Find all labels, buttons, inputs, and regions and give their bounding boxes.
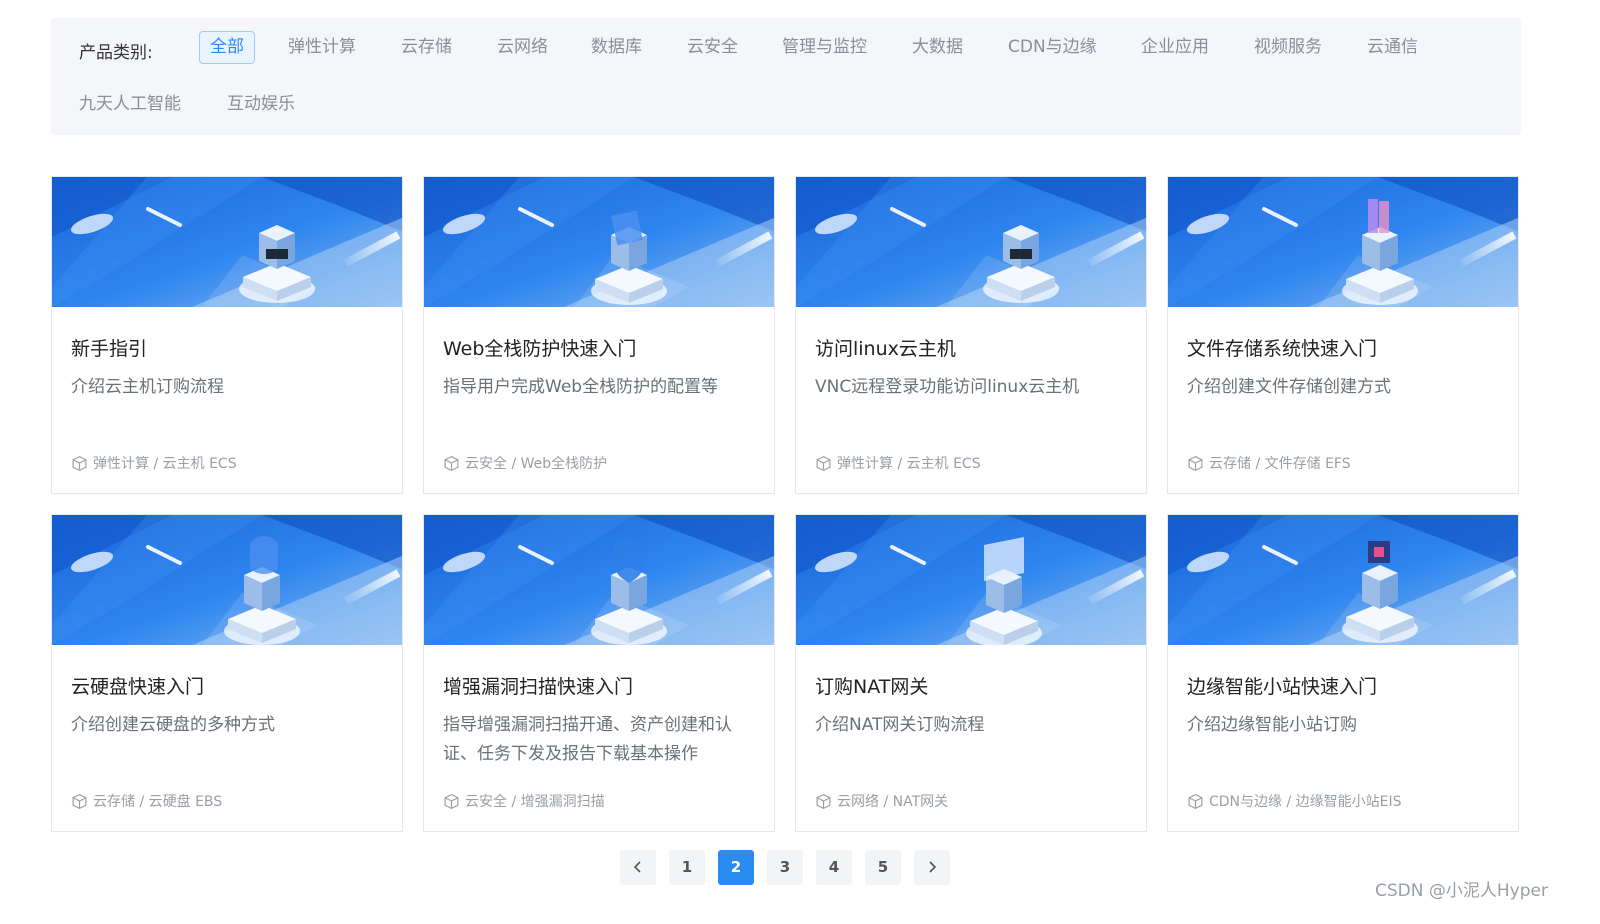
filter-item-cloud-communication[interactable]: 云通信 (1357, 31, 1428, 64)
page-button[interactable]: 5 (865, 850, 901, 885)
card-category: 云安全 / Web全栈防护 (443, 453, 607, 473)
cube-icon (444, 793, 459, 809)
chevron-left-icon (633, 861, 641, 873)
guide-card[interactable]: Web全栈防护快速入门 指导用户完成Web全栈防护的配置等 云安全 / Web全… (423, 176, 775, 494)
guide-card[interactable]: 文件存储系统快速入门 介绍创建文件存储创建方式 云存储 / 文件存储 EFS (1167, 176, 1519, 494)
card-title: 文件存储系统快速入门 (1187, 338, 1378, 360)
guide-card[interactable]: 访问linux云主机 VNC远程登录功能访问linux云主机 弹性计算 / 云主… (795, 176, 1147, 494)
cube-icon (72, 455, 87, 471)
card-category: CDN与边缘 / 边缘智能小站EIS (1187, 791, 1402, 811)
filter-item-database[interactable]: 数据库 (581, 31, 652, 64)
card-description: 指导用户完成Web全栈防护的配置等 (443, 377, 719, 397)
card-banner-image (1168, 515, 1518, 645)
card-banner-image (424, 177, 774, 307)
card-category-text: 云网络 / NAT网关 (837, 794, 949, 810)
card-description: 介绍创建云硬盘的多种方式 (71, 715, 275, 735)
card-title: 访问linux云主机 (815, 338, 956, 360)
card-category: 云安全 / 增强漏洞扫描 (443, 791, 605, 811)
guide-card[interactable]: 新手指引 介绍云主机订购流程 弹性计算 / 云主机 ECS (51, 176, 403, 494)
filter-item-management-monitoring[interactable]: 管理与监控 (772, 31, 877, 64)
card-category: 云网络 / NAT网关 (815, 791, 948, 811)
card-title: 云硬盘快速入门 (71, 676, 205, 698)
card-category: 云存储 / 云硬盘 EBS (71, 791, 222, 811)
card-banner-image (796, 177, 1146, 307)
card-description: 介绍NAT网关订购流程 (815, 715, 985, 735)
card-banner-image (1168, 177, 1518, 307)
card-description: VNC远程登录功能访问linux云主机 (815, 377, 1080, 397)
card-description: 指导增强漏洞扫描开通、资产创建和认证、任务下发及报告下载基本操作 (443, 715, 732, 764)
card-title: 增强漏洞扫描快速入门 (443, 676, 634, 698)
filter-item-elastic-compute[interactable]: 弹性计算 (278, 31, 366, 64)
guide-card[interactable]: 边缘智能小站快速入门 介绍边缘智能小站订购 CDN与边缘 / 边缘智能小站EIS (1167, 514, 1519, 832)
filter-item-big-data[interactable]: 大数据 (902, 31, 973, 64)
card-banner-image (52, 177, 402, 307)
filter-item-all[interactable]: 全部 (199, 31, 255, 64)
card-category-text: 云存储 / 云硬盘 EBS (93, 794, 223, 810)
guide-card[interactable]: 订购NAT网关 介绍NAT网关订购流程 云网络 / NAT网关 (795, 514, 1147, 832)
page-button-current[interactable]: 2 (718, 850, 754, 885)
cube-icon (1188, 793, 1203, 809)
card-banner-image (796, 515, 1146, 645)
card-banner-image (52, 515, 402, 645)
card-description: 介绍创建文件存储创建方式 (1187, 377, 1391, 397)
card-category-text: 云存储 / 文件存储 EFS (1209, 456, 1351, 472)
cube-icon (816, 793, 831, 809)
page-button[interactable]: 1 (669, 850, 705, 885)
filter-item-cloud-network[interactable]: 云网络 (487, 31, 558, 64)
card-title: 新手指引 (71, 338, 148, 360)
product-category-filter: 产品类别: 全部 弹性计算 云存储 云网络 数据库 云安全 管理与监控 大数据 … (51, 18, 1521, 135)
cube-icon (444, 455, 459, 471)
chevron-right-icon (929, 861, 937, 873)
filter-item-jiutian-ai[interactable]: 九天人工智能 (69, 88, 191, 121)
card-category-text: 云安全 / Web全栈防护 (465, 456, 608, 472)
filter-item-cloud-storage[interactable]: 云存储 (391, 31, 462, 64)
filter-item-interactive-entertainment[interactable]: 互动娱乐 (217, 88, 305, 121)
filter-item-video-services[interactable]: 视频服务 (1244, 31, 1332, 64)
cube-icon (72, 793, 87, 809)
cube-icon (1188, 455, 1203, 471)
card-title: Web全栈防护快速入门 (443, 338, 637, 360)
filter-label: 产品类别: (79, 43, 153, 63)
card-category: 弹性计算 / 云主机 ECS (71, 453, 237, 473)
card-category: 弹性计算 / 云主机 ECS (815, 453, 981, 473)
card-description: 介绍云主机订购流程 (71, 377, 224, 397)
card-category: 云存储 / 文件存储 EFS (1187, 453, 1351, 473)
filter-item-enterprise-apps[interactable]: 企业应用 (1131, 31, 1219, 64)
card-category-text: 弹性计算 / 云主机 ECS (837, 456, 981, 472)
cube-icon (816, 455, 831, 471)
guide-card[interactable]: 增强漏洞扫描快速入门 指导增强漏洞扫描开通、资产创建和认证、任务下发及报告下载基… (423, 514, 775, 832)
filter-item-cloud-security[interactable]: 云安全 (677, 31, 748, 64)
card-title: 边缘智能小站快速入门 (1187, 676, 1378, 698)
card-category-text: 云安全 / 增强漏洞扫描 (465, 794, 605, 810)
guide-card[interactable]: 云硬盘快速入门 介绍创建云硬盘的多种方式 云存储 / 云硬盘 EBS (51, 514, 403, 832)
card-category-text: 弹性计算 / 云主机 ECS (93, 456, 237, 472)
prev-page-button[interactable] (620, 850, 656, 885)
next-page-button[interactable] (914, 850, 950, 885)
watermark: CSDN @小泥人Hyper (1375, 881, 1548, 901)
page-button[interactable]: 3 (767, 850, 803, 885)
card-description: 介绍边缘智能小站订购 (1187, 715, 1357, 735)
card-category-text: CDN与边缘 / 边缘智能小站EIS (1209, 794, 1402, 810)
filter-item-cdn-edge[interactable]: CDN与边缘 (998, 31, 1107, 64)
card-banner-image (424, 515, 774, 645)
page-button[interactable]: 4 (816, 850, 852, 885)
card-title: 订购NAT网关 (815, 676, 929, 698)
